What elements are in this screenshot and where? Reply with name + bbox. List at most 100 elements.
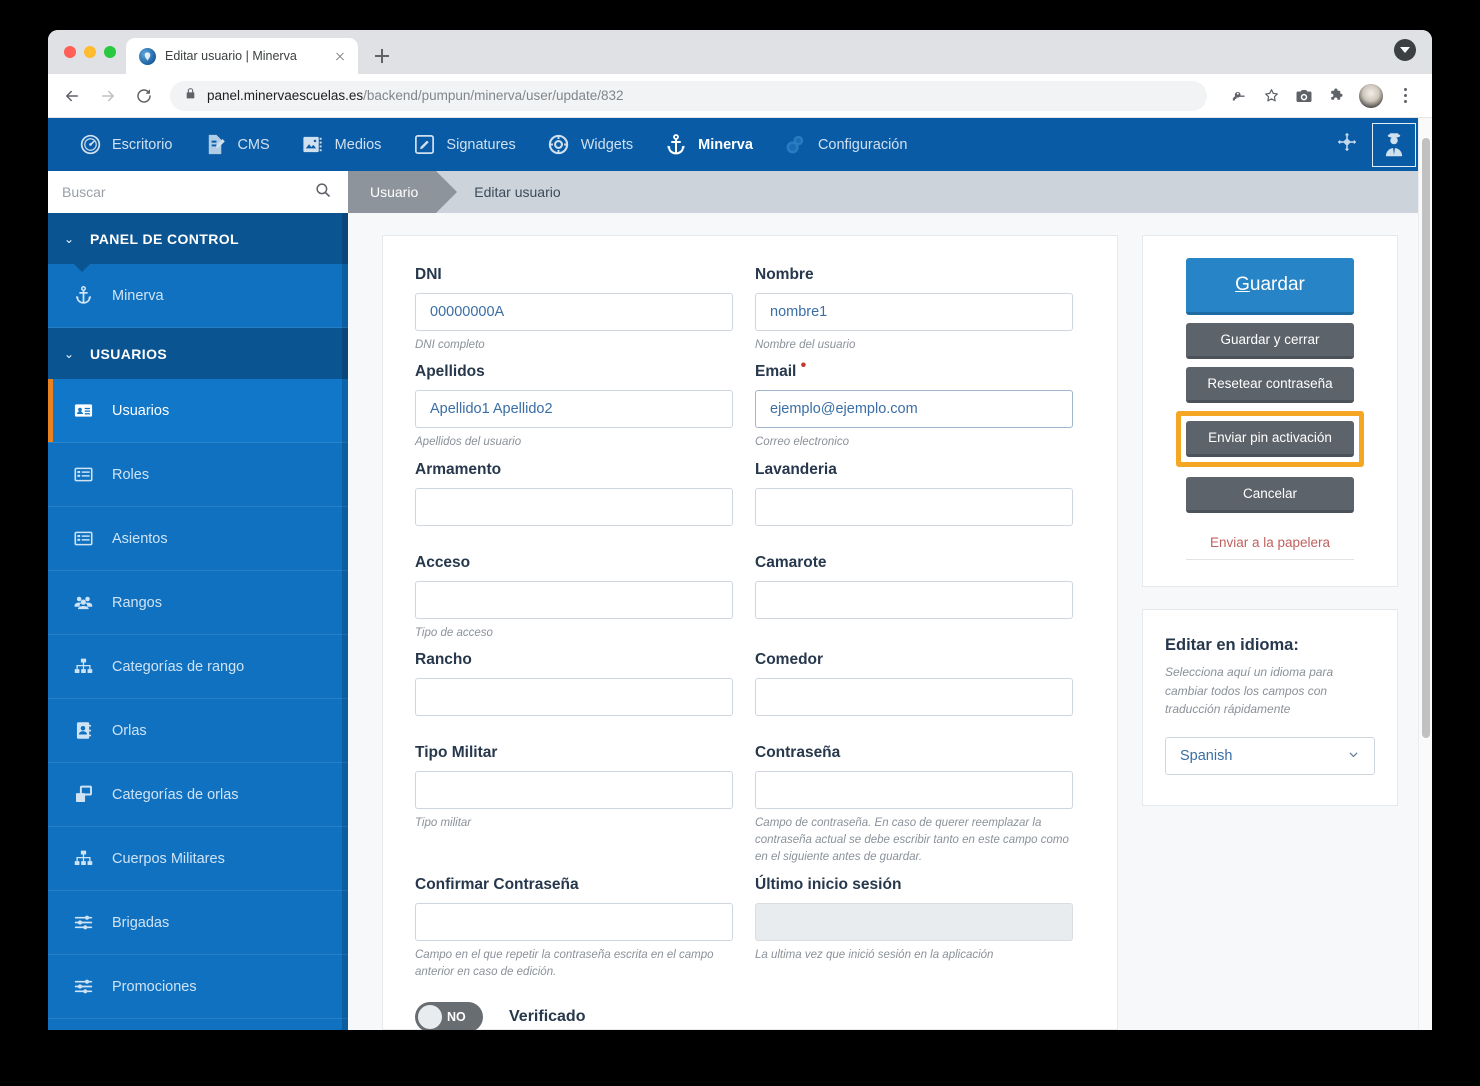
topnav-item-configuracion[interactable]: Configuración bbox=[768, 118, 922, 171]
field-comedor: Comedor bbox=[755, 651, 1073, 735]
send-activation-pin-button[interactable]: Enviar pin activación bbox=[1186, 421, 1354, 457]
star-icon[interactable] bbox=[1256, 81, 1286, 111]
armamento-input[interactable] bbox=[415, 487, 733, 526]
kebab-menu-icon[interactable] bbox=[1390, 81, 1420, 111]
sidebar-item-label: Categorías de rango bbox=[112, 658, 245, 675]
camarote-input[interactable] bbox=[755, 580, 1073, 619]
field-label: Comedor bbox=[755, 650, 824, 668]
confirmar-contrasena-input[interactable] bbox=[415, 902, 733, 941]
topnav-item-minerva[interactable]: Minerva bbox=[648, 118, 768, 171]
field-contrasena: Contraseña Campo de contraseña. En caso … bbox=[755, 744, 1073, 867]
language-select[interactable]: Spanish bbox=[1165, 736, 1375, 775]
move-arrows-icon[interactable] bbox=[1336, 131, 1358, 158]
send-to-trash-link[interactable]: Enviar a la papelera bbox=[1186, 535, 1354, 560]
rancho-input[interactable] bbox=[415, 677, 733, 716]
officer-avatar-icon[interactable] bbox=[1372, 122, 1416, 167]
apellidos-input[interactable] bbox=[415, 390, 733, 429]
sidebar-item-cuerpos-militares[interactable]: Cuerpos Militares bbox=[48, 827, 348, 891]
browser-tab[interactable]: Editar usuario | Minerva bbox=[126, 38, 358, 74]
sidebar-section-panel-de-control[interactable]: ⌄ PANEL DE CONTROL bbox=[48, 213, 348, 272]
omnibox-actions bbox=[1223, 81, 1420, 111]
sidebar-item-rangos[interactable]: Rangos bbox=[48, 571, 348, 635]
close-tab-icon[interactable] bbox=[332, 48, 348, 64]
contact-book-icon bbox=[70, 720, 96, 741]
key-icon[interactable] bbox=[1223, 81, 1253, 111]
sidebar-item-categorias-de-orlas[interactable]: Categorías de orlas bbox=[48, 763, 348, 827]
topnav-item-medios[interactable]: Medios bbox=[285, 118, 397, 171]
tab-favicon-icon bbox=[139, 47, 156, 65]
field-camarote: Camarote bbox=[755, 554, 1073, 642]
dashboard-gauge-icon bbox=[77, 132, 103, 158]
sidebar-item-orlas[interactable]: Orlas bbox=[48, 699, 348, 763]
field-label: Lavanderia bbox=[755, 460, 837, 478]
sidebar-item-label: Asientos bbox=[112, 530, 168, 547]
breadcrumb-current-label: Editar usuario bbox=[474, 184, 561, 200]
minimize-window-button[interactable] bbox=[84, 46, 96, 58]
tipo-militar-input[interactable] bbox=[415, 770, 733, 809]
address-bar[interactable]: panel.minervaescuelas.es/backend/pumpun/… bbox=[170, 80, 1207, 111]
sidebar-item-usuarios[interactable]: Usuarios bbox=[48, 379, 348, 443]
tab-title: Editar usuario | Minerva bbox=[165, 49, 297, 63]
forward-button[interactable] bbox=[92, 80, 124, 112]
sidebar-section-label: USUARIOS bbox=[90, 345, 168, 362]
maximize-window-button[interactable] bbox=[104, 46, 116, 58]
topnav-item-escritorio[interactable]: Escritorio bbox=[62, 118, 187, 171]
reload-button[interactable] bbox=[128, 80, 160, 112]
tab-list-chevron-icon[interactable] bbox=[1394, 39, 1416, 61]
toggle-knob bbox=[418, 1005, 442, 1029]
document-pencil-icon bbox=[202, 132, 228, 158]
page-scrollbar[interactable] bbox=[1418, 118, 1432, 1030]
sidebar-search[interactable] bbox=[48, 171, 348, 213]
back-button[interactable] bbox=[56, 80, 88, 112]
sidebar-item-categorias-de-rango[interactable]: Categorías de rango bbox=[48, 635, 348, 699]
breadcrumb-item-usuario[interactable]: Usuario bbox=[348, 171, 458, 213]
language-panel-title: Editar en idioma: bbox=[1165, 636, 1299, 654]
contrasena-input[interactable] bbox=[755, 770, 1073, 809]
topnav-item-widgets[interactable]: Widgets bbox=[531, 118, 648, 171]
sidebar-item-brigadas[interactable]: Brigadas bbox=[48, 891, 348, 955]
sidebar-item-minerva[interactable]: Minerva bbox=[48, 264, 348, 328]
browser-tab-strip: Editar usuario | Minerva bbox=[48, 30, 1432, 74]
email-input[interactable] bbox=[755, 390, 1073, 429]
new-tab-button[interactable] bbox=[368, 42, 396, 70]
sidebar-item-label: Cuerpos Militares bbox=[112, 850, 225, 867]
field-armamento: Armamento bbox=[415, 461, 733, 545]
reset-password-button[interactable]: Resetear contraseña bbox=[1186, 367, 1354, 403]
lavanderia-input[interactable] bbox=[755, 487, 1073, 526]
topnav-item-cms[interactable]: CMS bbox=[187, 118, 284, 171]
comedor-input[interactable] bbox=[755, 677, 1073, 716]
sidebar-item-label: Brigadas bbox=[112, 914, 170, 931]
browser-window: Editar usuario | Minerva panel.minervaes… bbox=[48, 30, 1432, 1030]
save-button[interactable]: Guardar bbox=[1186, 258, 1354, 315]
sidebar-section-usuarios[interactable]: ⌄ USUARIOS bbox=[48, 328, 348, 387]
camera-icon[interactable] bbox=[1289, 81, 1319, 111]
topnav-item-signatures[interactable]: Signatures bbox=[396, 118, 530, 171]
sidebar-item-roles[interactable]: Roles bbox=[48, 443, 348, 507]
cancel-button[interactable]: Cancelar bbox=[1186, 477, 1354, 513]
breadcrumb-label: Usuario bbox=[370, 184, 419, 200]
dni-input[interactable] bbox=[415, 293, 733, 331]
sidebar-item-asientos[interactable]: Asientos bbox=[48, 507, 348, 571]
nombre-input[interactable] bbox=[755, 293, 1073, 331]
topnav-right-actions bbox=[1336, 118, 1416, 171]
sidebar-item-promociones[interactable]: Promociones bbox=[48, 955, 348, 1019]
content-area: DNI DNI completo Nombre Nombre del usuar… bbox=[348, 213, 1432, 1030]
page-scrollbar-thumb[interactable] bbox=[1422, 138, 1430, 738]
profile-avatar-icon[interactable] bbox=[1359, 83, 1383, 108]
close-window-button[interactable] bbox=[64, 46, 76, 58]
chevron-down-icon: ⌄ bbox=[64, 346, 75, 361]
sliders-icon bbox=[70, 976, 96, 997]
list-icon bbox=[70, 528, 96, 549]
verificado-toggle[interactable]: NO bbox=[415, 1002, 483, 1030]
field-spacer bbox=[415, 526, 733, 545]
topnav-label: Configuración bbox=[817, 136, 908, 153]
acceso-input[interactable] bbox=[415, 580, 733, 619]
save-and-close-button[interactable]: Guardar y cerrar bbox=[1186, 323, 1354, 359]
search-input[interactable] bbox=[62, 184, 314, 200]
gears-icon bbox=[783, 132, 809, 158]
search-icon[interactable] bbox=[314, 181, 332, 204]
sidebar-item-label: Orlas bbox=[112, 722, 147, 739]
field-help: Tipo militar bbox=[415, 816, 472, 829]
puzzle-icon[interactable] bbox=[1322, 81, 1352, 111]
lifebuoy-icon bbox=[546, 132, 572, 158]
